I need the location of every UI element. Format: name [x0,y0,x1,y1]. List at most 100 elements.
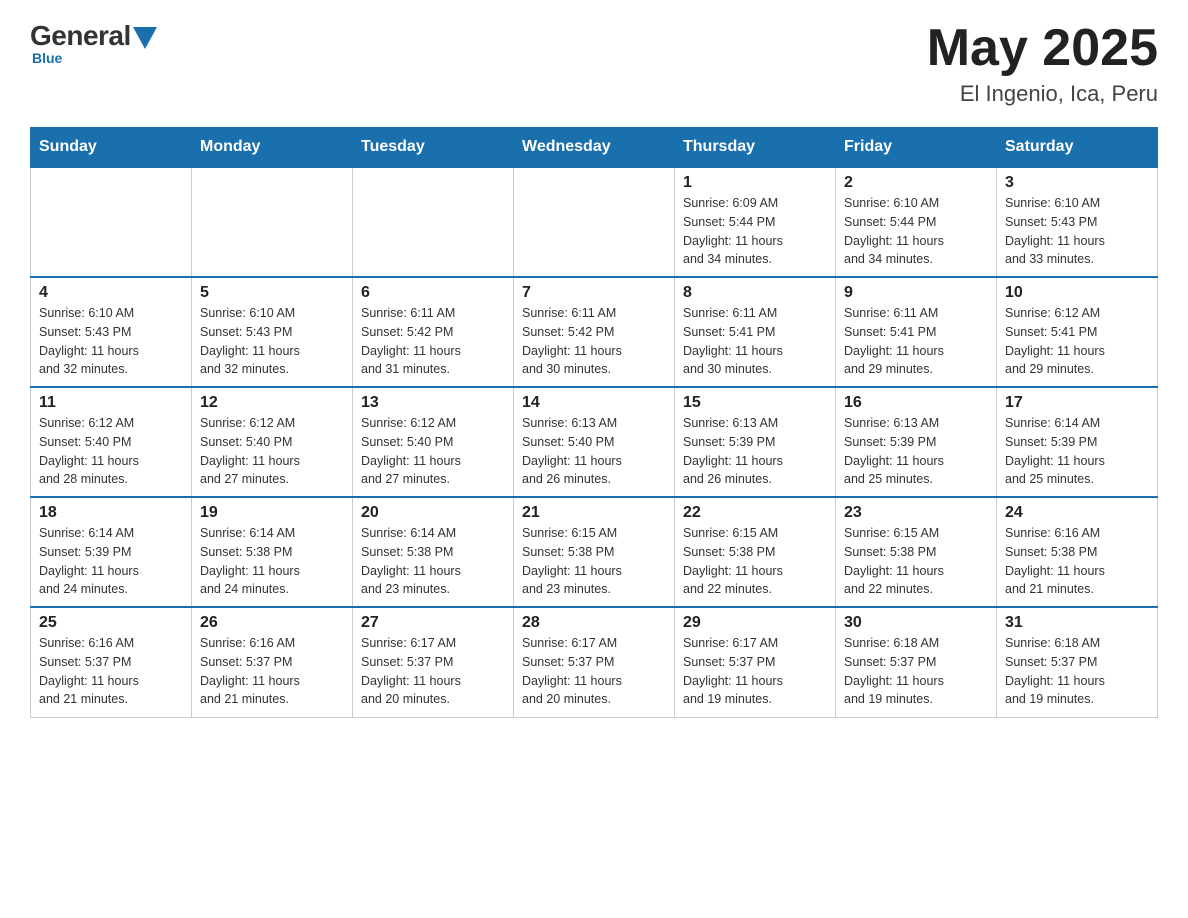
sun-info: Sunrise: 6:12 AM Sunset: 5:41 PM Dayligh… [1005,306,1105,376]
sun-info: Sunrise: 6:16 AM Sunset: 5:37 PM Dayligh… [200,636,300,706]
calendar-cell: 21Sunrise: 6:15 AM Sunset: 5:38 PM Dayli… [514,497,675,607]
day-number: 30 [844,614,988,632]
day-number: 18 [39,504,183,522]
day-number: 22 [683,504,827,522]
day-number: 15 [683,394,827,412]
calendar-cell [514,167,675,277]
sun-info: Sunrise: 6:12 AM Sunset: 5:40 PM Dayligh… [39,416,139,486]
sun-info: Sunrise: 6:10 AM Sunset: 5:43 PM Dayligh… [39,306,139,376]
calendar-cell: 6 Sunrise: 6:11 AM Sunset: 5:42 PM Daylig… [353,277,514,387]
calendar-cell: 31 Sunrise: 6:18 AM Sunset: 5:37 PM Dayli… [997,607,1158,717]
calendar-week-row: 18 Sunrise: 6:14 AM Sunset: 5:39 PM Dayli… [31,497,1158,607]
sun-info: Sunrise: 6:09 AM Sunset: 5:44 PM Dayligh… [683,196,783,266]
day-number: 8 [683,284,827,302]
page-header: General Blue May 2025 El Ingenio, Ica, P… [30,20,1158,107]
col-header-thursday: Thursday [675,128,836,168]
sun-info: Sunrise: 6:15 AM Sunset: 5:38 PM Dayligh… [683,526,783,596]
day-number: 7 [522,284,666,302]
day-number: 27 [361,614,505,632]
calendar-week-row: 11 Sunrise: 6:12 AM Sunset: 5:40 PM Dayli… [31,387,1158,497]
sun-info: Sunrise: 6:13 AM Sunset: 5:40 PM Dayligh… [522,416,622,486]
day-number: 16 [844,394,988,412]
calendar-cell: 3 Sunrise: 6:10 AM Sunset: 5:43 PM Daylig… [997,167,1158,277]
sun-info: Sunrise: 6:11 AM Sunset: 5:42 PM Dayligh… [522,306,622,376]
calendar-week-row: 1 Sunrise: 6:09 AM Sunset: 5:44 PM Daylig… [31,167,1158,277]
calendar-cell [31,167,192,277]
day-number: 10 [1005,284,1149,302]
calendar-cell: 18 Sunrise: 6:14 AM Sunset: 5:39 PM Dayli… [31,497,192,607]
calendar-cell: 11 Sunrise: 6:12 AM Sunset: 5:40 PM Dayli… [31,387,192,497]
calendar-cell: 23Sunrise: 6:15 AM Sunset: 5:38 PM Dayli… [836,497,997,607]
day-number: 12 [200,394,344,412]
day-number: 13 [361,394,505,412]
sun-info: Sunrise: 6:14 AM Sunset: 5:39 PM Dayligh… [1005,416,1105,486]
sun-info: Sunrise: 6:17 AM Sunset: 5:37 PM Dayligh… [522,636,622,706]
sun-info: Sunrise: 6:18 AM Sunset: 5:37 PM Dayligh… [1005,636,1105,706]
day-number: 1 [683,174,827,192]
calendar-cell: 15 Sunrise: 6:13 AM Sunset: 5:39 PM Dayli… [675,387,836,497]
calendar-cell [192,167,353,277]
calendar-cell: 27 Sunrise: 6:17 AM Sunset: 5:37 PM Dayli… [353,607,514,717]
calendar-cell: 26 Sunrise: 6:16 AM Sunset: 5:37 PM Dayli… [192,607,353,717]
day-number: 9 [844,284,988,302]
calendar-cell: 29Sunrise: 6:17 AM Sunset: 5:37 PM Dayli… [675,607,836,717]
day-number: 26 [200,614,344,632]
calendar-cell: 19 Sunrise: 6:14 AM Sunset: 5:38 PM Dayli… [192,497,353,607]
location-subtitle: El Ingenio, Ica, Peru [927,81,1158,107]
day-number: 31 [1005,614,1149,632]
sun-info: Sunrise: 6:11 AM Sunset: 5:42 PM Dayligh… [361,306,461,376]
calendar-cell: 16 Sunrise: 6:13 AM Sunset: 5:39 PM Dayli… [836,387,997,497]
calendar-cell: 17Sunrise: 6:14 AM Sunset: 5:39 PM Dayli… [997,387,1158,497]
calendar-cell: 25Sunrise: 6:16 AM Sunset: 5:37 PM Dayli… [31,607,192,717]
calendar-cell: 13 Sunrise: 6:12 AM Sunset: 5:40 PM Dayli… [353,387,514,497]
calendar-week-row: 4 Sunrise: 6:10 AM Sunset: 5:43 PM Daylig… [31,277,1158,387]
sun-info: Sunrise: 6:16 AM Sunset: 5:38 PM Dayligh… [1005,526,1105,596]
calendar-header-row: SundayMondayTuesdayWednesdayThursdayFrid… [31,128,1158,168]
sun-info: Sunrise: 6:10 AM Sunset: 5:43 PM Dayligh… [1005,196,1105,266]
sun-info: Sunrise: 6:17 AM Sunset: 5:37 PM Dayligh… [683,636,783,706]
sun-info: Sunrise: 6:17 AM Sunset: 5:37 PM Dayligh… [361,636,461,706]
sun-info: Sunrise: 6:14 AM Sunset: 5:39 PM Dayligh… [39,526,139,596]
day-number: 6 [361,284,505,302]
title-area: May 2025 El Ingenio, Ica, Peru [927,20,1158,107]
day-number: 25 [39,614,183,632]
calendar-week-row: 25 Sunrise: 6:16 AM Sunset: 5:37 PM Dayli… [31,607,1158,717]
sun-info: Sunrise: 6:14 AM Sunset: 5:38 PM Dayligh… [361,526,461,596]
calendar-cell: 14 Sunrise: 6:13 AM Sunset: 5:40 PM Dayli… [514,387,675,497]
calendar-cell: 30Sunrise: 6:18 AM Sunset: 5:37 PM Dayli… [836,607,997,717]
day-number: 3 [1005,174,1149,192]
col-header-friday: Friday [836,128,997,168]
logo-general-text: General [30,20,131,52]
calendar-cell: 8 Sunrise: 6:11 AM Sunset: 5:41 PM Daylig… [675,277,836,387]
logo-triangle-icon [133,27,157,49]
col-header-wednesday: Wednesday [514,128,675,168]
day-number: 11 [39,394,183,412]
sun-info: Sunrise: 6:15 AM Sunset: 5:38 PM Dayligh… [522,526,622,596]
calendar-cell: 7 Sunrise: 6:11 AM Sunset: 5:42 PM Daylig… [514,277,675,387]
col-header-saturday: Saturday [997,128,1158,168]
calendar-cell: 20Sunrise: 6:14 AM Sunset: 5:38 PM Dayli… [353,497,514,607]
sun-info: Sunrise: 6:12 AM Sunset: 5:40 PM Dayligh… [200,416,300,486]
calendar-cell: 2Sunrise: 6:10 AM Sunset: 5:44 PM Daylig… [836,167,997,277]
col-header-tuesday: Tuesday [353,128,514,168]
sun-info: Sunrise: 6:13 AM Sunset: 5:39 PM Dayligh… [683,416,783,486]
logo: General Blue [30,20,157,66]
day-number: 4 [39,284,183,302]
calendar-cell: 28Sunrise: 6:17 AM Sunset: 5:37 PM Dayli… [514,607,675,717]
day-number: 14 [522,394,666,412]
day-number: 19 [200,504,344,522]
sun-info: Sunrise: 6:13 AM Sunset: 5:39 PM Dayligh… [844,416,944,486]
col-header-sunday: Sunday [31,128,192,168]
calendar-cell: 12 Sunrise: 6:12 AM Sunset: 5:40 PM Dayli… [192,387,353,497]
sun-info: Sunrise: 6:12 AM Sunset: 5:40 PM Dayligh… [361,416,461,486]
calendar-cell: 9Sunrise: 6:11 AM Sunset: 5:41 PM Daylig… [836,277,997,387]
calendar-cell: 10 Sunrise: 6:12 AM Sunset: 5:41 PM Dayli… [997,277,1158,387]
sun-info: Sunrise: 6:10 AM Sunset: 5:43 PM Dayligh… [200,306,300,376]
calendar-cell: 1 Sunrise: 6:09 AM Sunset: 5:44 PM Daylig… [675,167,836,277]
day-number: 5 [200,284,344,302]
month-title: May 2025 [927,20,1158,77]
sun-info: Sunrise: 6:14 AM Sunset: 5:38 PM Dayligh… [200,526,300,596]
sun-info: Sunrise: 6:11 AM Sunset: 5:41 PM Dayligh… [683,306,783,376]
calendar-cell [353,167,514,277]
col-header-monday: Monday [192,128,353,168]
